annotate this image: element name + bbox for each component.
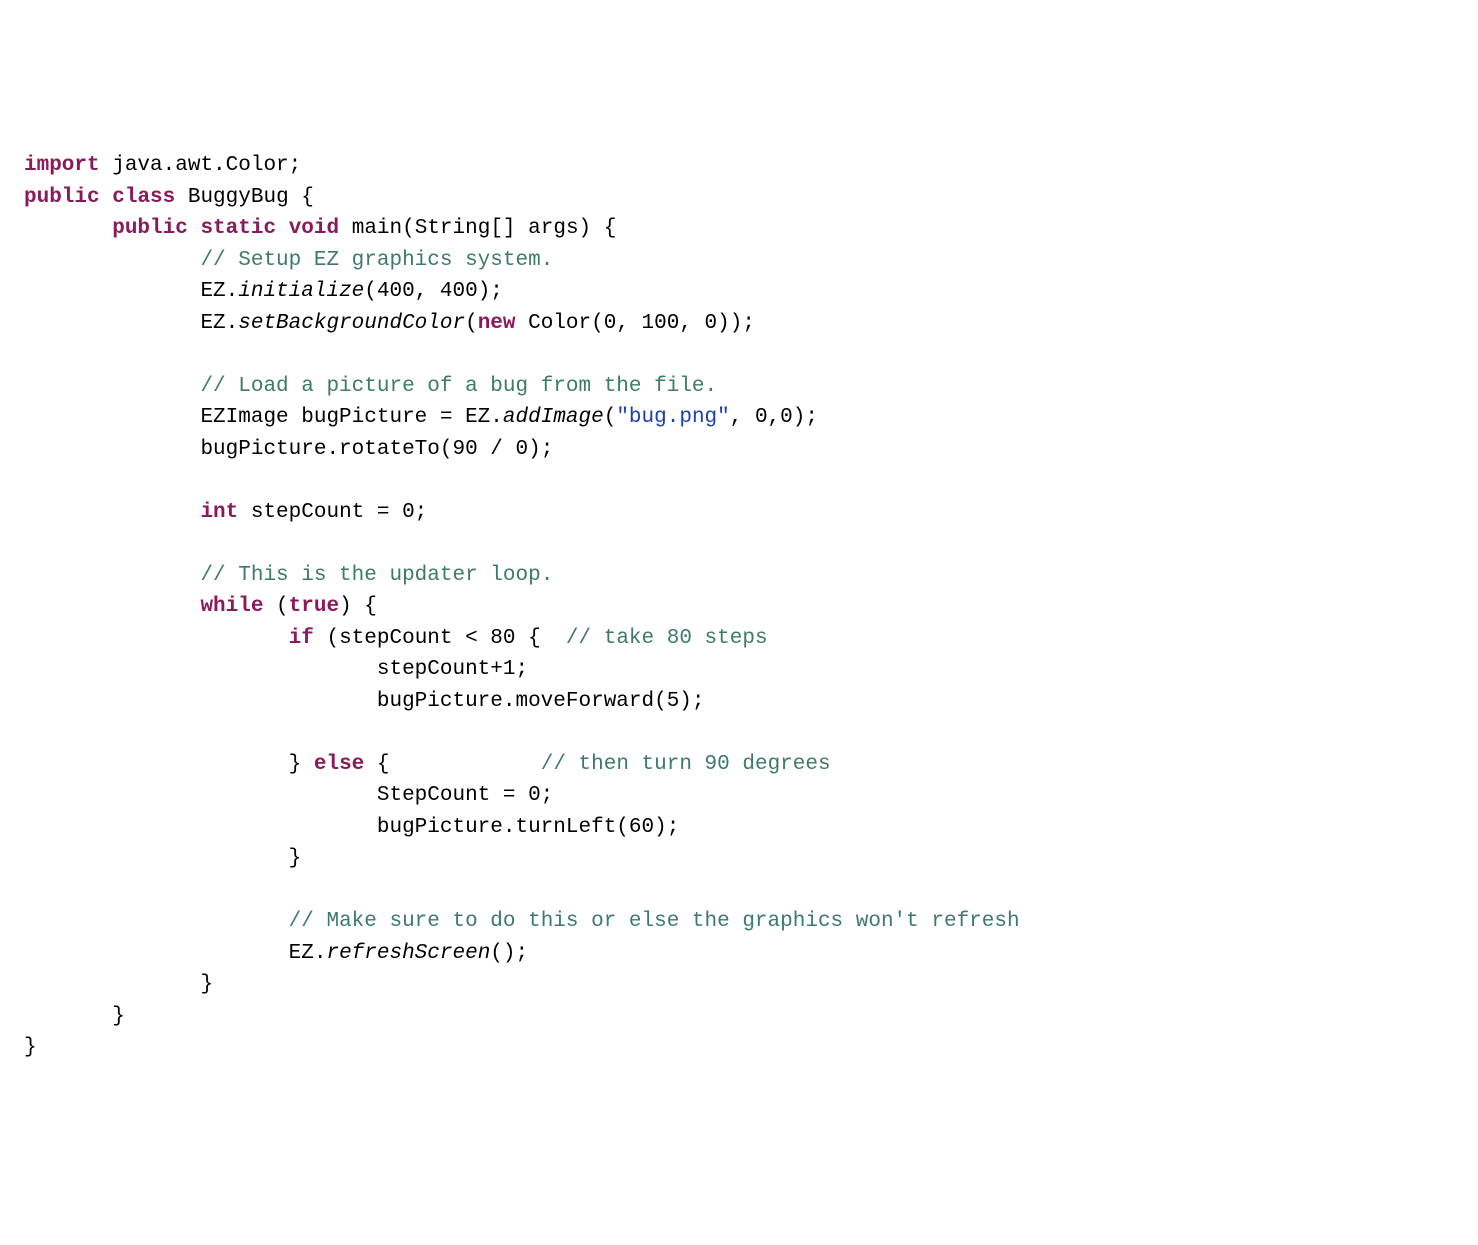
keyword-int: int bbox=[200, 501, 238, 524]
code-line: // Setup EZ graphics system. bbox=[24, 249, 553, 272]
code-line: StepCount = 0; bbox=[24, 784, 553, 807]
code-line: EZ.initialize(400, 400); bbox=[24, 280, 503, 303]
keyword-void: void bbox=[289, 217, 339, 240]
code-line: EZ.refreshScreen(); bbox=[24, 942, 528, 965]
keyword-true: true bbox=[289, 595, 339, 618]
code-line: if (stepCount < 80 { // take 80 steps bbox=[24, 627, 768, 650]
string-literal: "bug.png" bbox=[616, 406, 729, 429]
code-line: } else { // then turn 90 degrees bbox=[24, 753, 831, 776]
keyword-public: public bbox=[112, 217, 188, 240]
comment: // then turn 90 degrees bbox=[541, 753, 831, 776]
method-addImage: addImage bbox=[503, 406, 604, 429]
comment: // This is the updater loop. bbox=[200, 564, 553, 587]
method-initialize: initialize bbox=[238, 280, 364, 303]
code-line: } bbox=[24, 1036, 37, 1059]
comment: // Load a picture of a bug from the file… bbox=[200, 375, 717, 398]
code-line: bugPicture.rotateTo(90 / 0); bbox=[24, 438, 553, 461]
keyword-else: else bbox=[314, 753, 364, 776]
code-line: bugPicture.turnLeft(60); bbox=[24, 816, 679, 839]
code-block: import java.awt.Color; public class Bugg… bbox=[24, 150, 1454, 1064]
code-line: } bbox=[24, 847, 301, 870]
code-line: import java.awt.Color; bbox=[24, 154, 301, 177]
keyword-static: static bbox=[200, 217, 276, 240]
keyword-import: import bbox=[24, 154, 100, 177]
comment: // Make sure to do this or else the grap… bbox=[289, 910, 1020, 933]
code-line: } bbox=[24, 973, 213, 996]
method-refreshScreen: refreshScreen bbox=[326, 942, 490, 965]
code-line: // Load a picture of a bug from the file… bbox=[24, 375, 717, 398]
code-line: } bbox=[24, 1005, 125, 1028]
code-line: bugPicture.moveForward(5); bbox=[24, 690, 705, 713]
code-line: EZImage bugPicture = EZ.addImage("bug.pn… bbox=[24, 406, 818, 429]
code-line: EZ.setBackgroundColor(new Color(0, 100, … bbox=[24, 312, 755, 335]
keyword-new: new bbox=[478, 312, 516, 335]
code-line: public static void main(String[] args) { bbox=[24, 217, 616, 240]
comment: // take 80 steps bbox=[566, 627, 768, 650]
code-line: stepCount+1; bbox=[24, 658, 528, 681]
keyword-while: while bbox=[200, 595, 263, 618]
method-setBackgroundColor: setBackgroundColor bbox=[238, 312, 465, 335]
keyword-if: if bbox=[289, 627, 314, 650]
code-line: int stepCount = 0; bbox=[24, 501, 427, 524]
code-line: while (true) { bbox=[24, 595, 377, 618]
code-line: public class BuggyBug { bbox=[24, 186, 314, 209]
keyword-public: public bbox=[24, 186, 100, 209]
code-line: // This is the updater loop. bbox=[24, 564, 553, 587]
comment: // Setup EZ graphics system. bbox=[200, 249, 553, 272]
code-line: // Make sure to do this or else the grap… bbox=[24, 910, 1020, 933]
keyword-class: class bbox=[112, 186, 175, 209]
